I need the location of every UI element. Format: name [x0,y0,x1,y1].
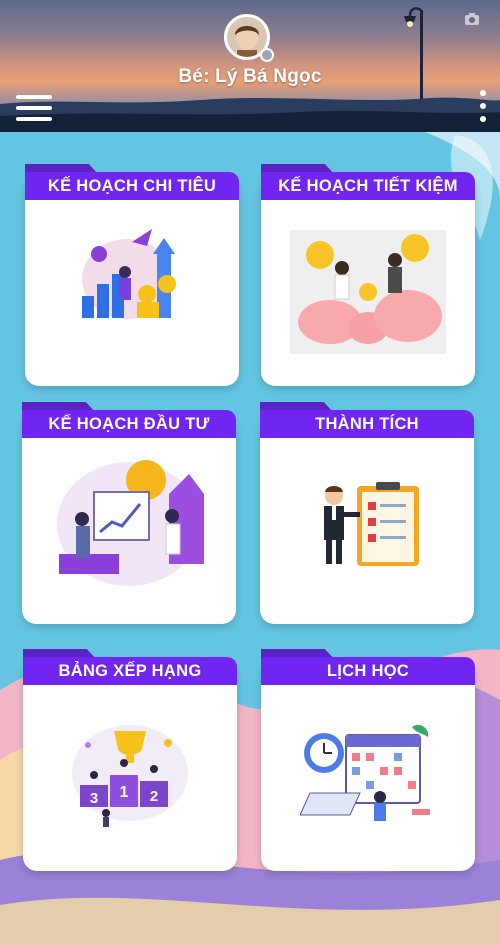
card-leaderboard[interactable]: BẢNG XẾP HẠNG 1 3 2 [23,649,237,871]
card-investment-plan[interactable]: KẾ HOẠCH ĐẦU TƯ [22,402,236,624]
online-status-dot [260,48,274,62]
svg-text:2: 2 [150,788,158,805]
study-schedule-calendar-illustration [300,724,430,821]
leaderboard-podium-illustration: 1 3 2 [72,725,188,827]
savings-plan-illustration [290,230,446,354]
card-study-schedule[interactable]: LỊCH HỌC [261,649,475,871]
card-title: THÀNH TÍCH [260,410,474,438]
child-name: Bé: Lý Bá Ngọc [178,66,322,87]
card-title: KẾ HOẠCH TIẾT KIỆM [261,172,475,200]
card-title: LỊCH HỌC [261,657,475,685]
card-achievements[interactable]: THÀNH TÍCH [260,402,474,624]
svg-text:3: 3 [90,790,98,807]
card-title: BẢNG XẾP HẠNG [23,657,237,685]
menu-button[interactable] [16,95,54,123]
more-options-button[interactable] [476,90,490,124]
svg-text:1: 1 [120,784,129,801]
profile-header: Bé: Lý Bá Ngọc [0,0,500,132]
card-title: KẾ HOẠCH CHI TIÊU [25,172,239,200]
achievement-checklist-illustration [324,482,419,566]
investment-plan-illustration [57,460,204,586]
card-savings-plan[interactable]: KẾ HOẠCH TIẾT KIỆM [261,164,475,386]
hamburger-menu-icon [16,95,52,99]
vertical-dots-icon [480,90,486,96]
camera-icon[interactable] [465,13,479,25]
spending-plan-illustration [82,229,176,319]
card-spending-plan[interactable]: KẾ HOẠCH CHI TIÊU [25,164,239,386]
card-title: KẾ HOẠCH ĐẦU TƯ [22,410,236,438]
